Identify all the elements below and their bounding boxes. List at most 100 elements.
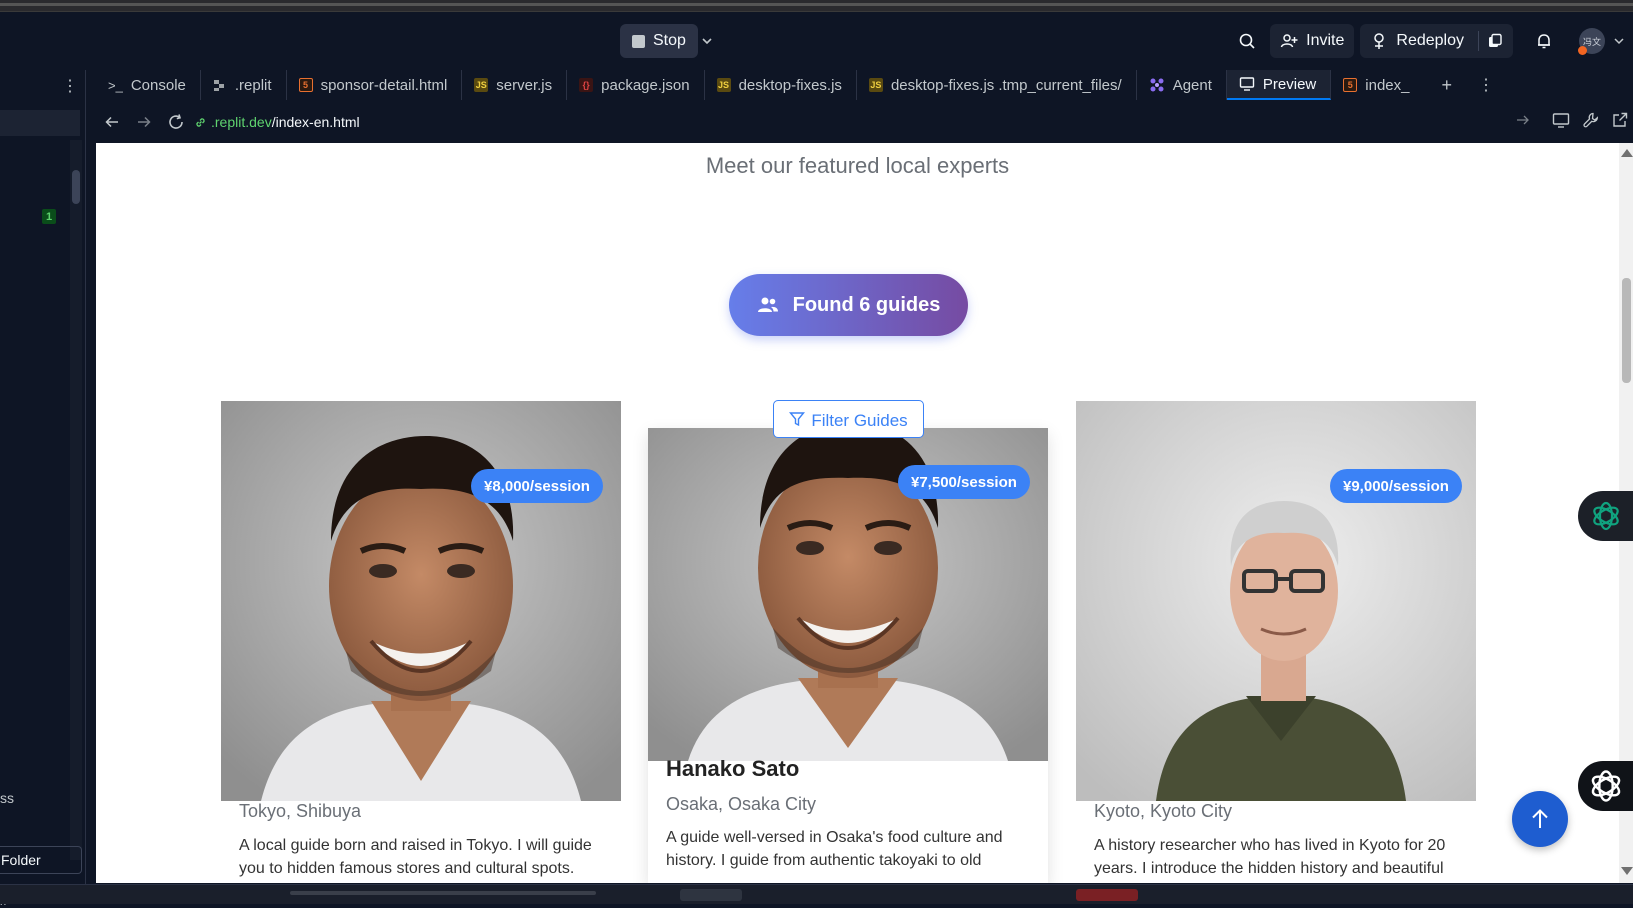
tab-label: index_ (1365, 76, 1410, 94)
avatar[interactable]: 冯文 (1578, 28, 1605, 55)
go-arrow-icon[interactable] (1516, 113, 1530, 132)
guide-location: Kyoto, Kyoto City (1094, 801, 1233, 821)
tab-label: .replit (234, 76, 272, 94)
back-to-top-button[interactable] (1512, 791, 1568, 847)
tab-label: sponsor-detail.html (320, 76, 448, 94)
os-taskbar (0, 884, 1633, 904)
new-folder-button[interactable]: Folder (0, 846, 82, 874)
chatgpt-extension-button[interactable] (1578, 491, 1633, 541)
os-title-strip (0, 0, 1633, 12)
file-tree-panel: ⋮ 1 ss Folder n (0, 70, 86, 908)
add-tab-icon[interactable]: + (1441, 75, 1452, 96)
back-arrow-icon[interactable] (96, 108, 128, 136)
html-file-icon: 5 (1343, 78, 1358, 92)
deploy-icon (1374, 33, 1385, 49)
count-badge: 1 (42, 209, 56, 224)
json-file-icon: {} (579, 78, 594, 92)
tab-label: package.json (601, 76, 690, 94)
guide-card[interactable]: ¥8,000/session Tokyo, Shibuya A local gu… (221, 401, 621, 883)
tab-index[interactable]: 5 index_ (1331, 70, 1423, 100)
invite-button[interactable]: Invite (1270, 24, 1355, 58)
url-path: /index-en.html (271, 114, 360, 130)
file-tree-item-text[interactable]: ss (0, 790, 14, 806)
tab-label: server.js (496, 76, 553, 94)
guide-photo (221, 401, 621, 801)
monitor-icon (1239, 77, 1255, 91)
search-icon[interactable] (1230, 24, 1264, 58)
file-tree-scrollbar[interactable] (70, 140, 82, 860)
scrollbar-thumb[interactable] (1622, 278, 1631, 383)
guide-description: A history researcher who has lived in Ky… (1094, 837, 1446, 877)
guide-location: Tokyo, Shibuya (239, 801, 362, 821)
chevron-down-icon[interactable] (1605, 24, 1633, 58)
scroll-up-arrow-icon[interactable] (1621, 149, 1633, 157)
chatgpt-icon (1592, 501, 1619, 531)
chatgpt-extension-button-2[interactable] (1578, 761, 1633, 811)
taskbar-item[interactable] (1076, 889, 1138, 901)
filter-guides-button[interactable]: Filter Guides (773, 400, 924, 438)
taskbar-item[interactable] (680, 889, 742, 901)
section-subtitle: Meet our featured local experts (705, 153, 1010, 178)
add-user-icon (1280, 34, 1298, 48)
tab-label: Console (130, 76, 186, 94)
tab-console[interactable]: >_ Console (96, 70, 201, 100)
tab-agent[interactable]: Agent (1137, 70, 1227, 100)
tab-sublabel: .tmp_current_files/ (998, 76, 1122, 94)
tab-server-js[interactable]: JS server.js (462, 70, 568, 100)
found-guides-label: Found 6 guides (792, 293, 941, 316)
tab-replit[interactable]: .replit (201, 70, 287, 100)
js-file-icon: JS (868, 78, 883, 92)
tab-bar: >_ Console .replit 5 sponsor-detail.html… (96, 70, 1633, 100)
filter-icon (789, 412, 806, 427)
preview-address-bar: .replit.dev/index-en.html (96, 104, 1633, 140)
guide-description: A local guide born and raised in Tokyo. … (239, 837, 592, 877)
guide-name: Hanako Sato (666, 756, 800, 781)
stop-icon (632, 34, 645, 48)
price-badge: ¥8,000/session (471, 469, 603, 503)
tab-label: desktop-fixes.js (890, 76, 995, 94)
taskbar-item[interactable] (290, 891, 596, 895)
js-file-icon: JS (474, 78, 489, 92)
link-icon (196, 117, 205, 127)
price-badge: ¥9,000/session (1330, 469, 1462, 503)
copy-icon[interactable] (1487, 33, 1503, 49)
status-dot (1578, 46, 1587, 55)
run-options-chevron-icon[interactable] (698, 32, 716, 50)
replit-config-icon (213, 80, 224, 91)
tab-menu-kebab-icon[interactable]: ⋮ (1478, 75, 1494, 95)
device-preview-icon[interactable] (1552, 111, 1570, 134)
bell-icon[interactable] (1527, 24, 1561, 58)
devtools-wrench-icon[interactable] (1582, 111, 1600, 134)
avatar-text: 冯文 (1582, 36, 1601, 47)
tab-label: Agent (1172, 76, 1212, 94)
terminal-icon: >_ (108, 77, 123, 93)
tab-label: Preview (1262, 75, 1317, 93)
found-guides-button[interactable]: Found 6 guides (729, 274, 968, 336)
file-search-input[interactable] (0, 110, 80, 136)
kebab-menu-icon[interactable]: ⋮ (62, 76, 78, 96)
preview-viewport: Meet our featured local experts Found 6 … (96, 143, 1619, 883)
stop-label: Stop (653, 32, 686, 49)
guide-description: A guide well-versed in Osaka's food cult… (666, 829, 1003, 869)
html-file-icon: 5 (298, 78, 313, 92)
tab-label: desktop-fixes.js (738, 76, 842, 94)
guide-photo (1076, 401, 1476, 801)
chatgpt-icon (1591, 770, 1620, 802)
tab-package-json[interactable]: {} package.json (567, 70, 705, 100)
js-file-icon: JS (716, 78, 731, 92)
tab-desktop-fixes-tmp[interactable]: JS desktop-fixes.js .tmp_current_files/ (857, 70, 1137, 100)
forward-arrow-icon[interactable] (128, 108, 160, 136)
invite-label: Invite (1306, 32, 1345, 49)
stop-button[interactable]: Stop (620, 24, 698, 58)
guide-location: Osaka, Osaka City (666, 794, 817, 814)
url-field[interactable]: .replit.dev/index-en.html (194, 110, 1506, 134)
guide-card[interactable]: ¥9,000/session Kyoto, Kyoto City A histo… (1076, 401, 1476, 883)
open-new-tab-icon[interactable] (1612, 112, 1628, 133)
tab-desktop-fixes[interactable]: JS desktop-fixes.js (705, 70, 857, 100)
redeploy-button[interactable]: Redeploy (1360, 24, 1513, 58)
scroll-down-arrow-icon[interactable] (1621, 867, 1633, 875)
tab-preview[interactable]: Preview (1226, 70, 1332, 100)
tab-sponsor-detail[interactable]: 5 sponsor-detail.html (287, 70, 463, 100)
reload-icon[interactable] (160, 108, 192, 136)
guide-card[interactable]: ¥7,500/session Hanako Sato Osaka, Osaka … (648, 428, 1048, 883)
